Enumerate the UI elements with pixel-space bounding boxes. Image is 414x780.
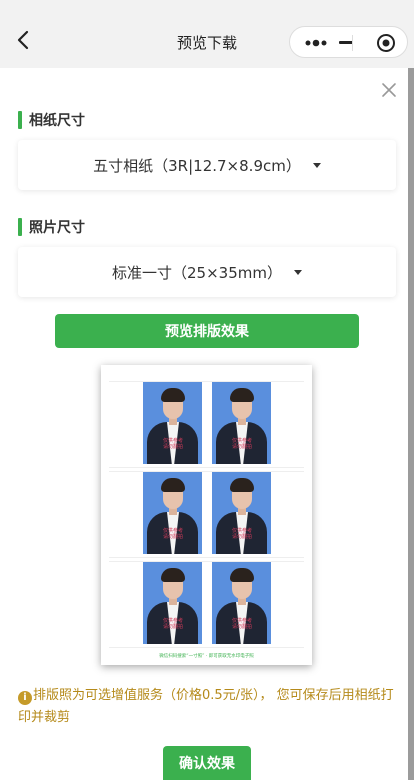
caret-down-icon [293,269,302,275]
sheet-footer-text: 微信扫码搜索“一寸照” · 即可获取无水印电子照 [159,654,254,659]
id-photo: 仅供参考 请勿翻拍 [143,472,202,554]
photo-watermark: 仅供参考 请勿翻拍 [162,618,183,630]
close-icon[interactable] [380,81,398,99]
preview-layout-button[interactable]: 预览排版效果 [55,314,359,348]
layout-preview-sheet: 仅供参考 请勿翻拍 仅供参考 请勿翻拍 仅供参考 请勿翻拍 仅供参考 请勿翻拍 仅供参考… [101,365,312,665]
pricing-notice: i 排版照为可选增值服务（价格0.5元/张）， 您可保存后用相纸打印并裁剪 [18,685,396,729]
scrollbar-thumb[interactable] [408,68,414,780]
caret-down-icon [312,162,321,168]
confirm-button[interactable]: 确认效果 [163,746,251,780]
minimize-icon[interactable] [339,41,353,44]
cut-line [109,557,304,558]
photo-watermark: 仅供参考 请勿翻拍 [231,528,252,540]
mini-program-capsule [289,26,408,58]
nav-bar: 预览下载 [0,0,414,68]
accent-bar [18,111,22,129]
scrollbar[interactable] [408,68,414,780]
capsule-divider [352,35,353,51]
photo-watermark: 仅供参考 请勿翻拍 [231,438,252,450]
photo-watermark: 仅供参考 请勿翻拍 [231,618,252,630]
photo-size-title: 照片尺寸 [29,220,85,236]
cut-line [109,561,304,562]
cut-line [109,471,304,472]
photo-size-value: 标准一寸（25×35mm） [112,263,282,282]
cut-line [109,381,304,382]
target-circle-icon[interactable] [376,33,396,53]
photo-watermark: 仅供参考 请勿翻拍 [162,438,183,450]
paper-size-title: 相纸尺寸 [29,113,85,129]
paper-size-heading: 相纸尺寸 [18,110,85,130]
accent-bar [18,218,22,236]
id-photo: 仅供参考 请勿翻拍 [143,562,202,644]
id-photo: 仅供参考 请勿翻拍 [212,562,271,644]
id-photo: 仅供参考 请勿翻拍 [212,382,271,464]
photo-size-select[interactable]: 标准一寸（25×35mm） [18,247,396,297]
cut-line [109,647,304,648]
id-photo: 仅供参考 请勿翻拍 [212,472,271,554]
more-dots-icon[interactable] [304,36,330,50]
id-photo: 仅供参考 请勿翻拍 [143,382,202,464]
info-icon: i [18,691,32,705]
paper-size-select[interactable]: 五寸相纸（3R|12.7×8.9cm） [18,140,396,190]
paper-size-value: 五寸相纸（3R|12.7×8.9cm） [93,156,301,175]
cut-line [109,467,304,468]
photo-size-heading: 照片尺寸 [18,217,85,237]
pricing-notice-text: 排版照为可选增值服务（价格0.5元/张）， 您可保存后用相纸打印并裁剪 [18,688,394,725]
photo-watermark: 仅供参考 请勿翻拍 [162,528,183,540]
